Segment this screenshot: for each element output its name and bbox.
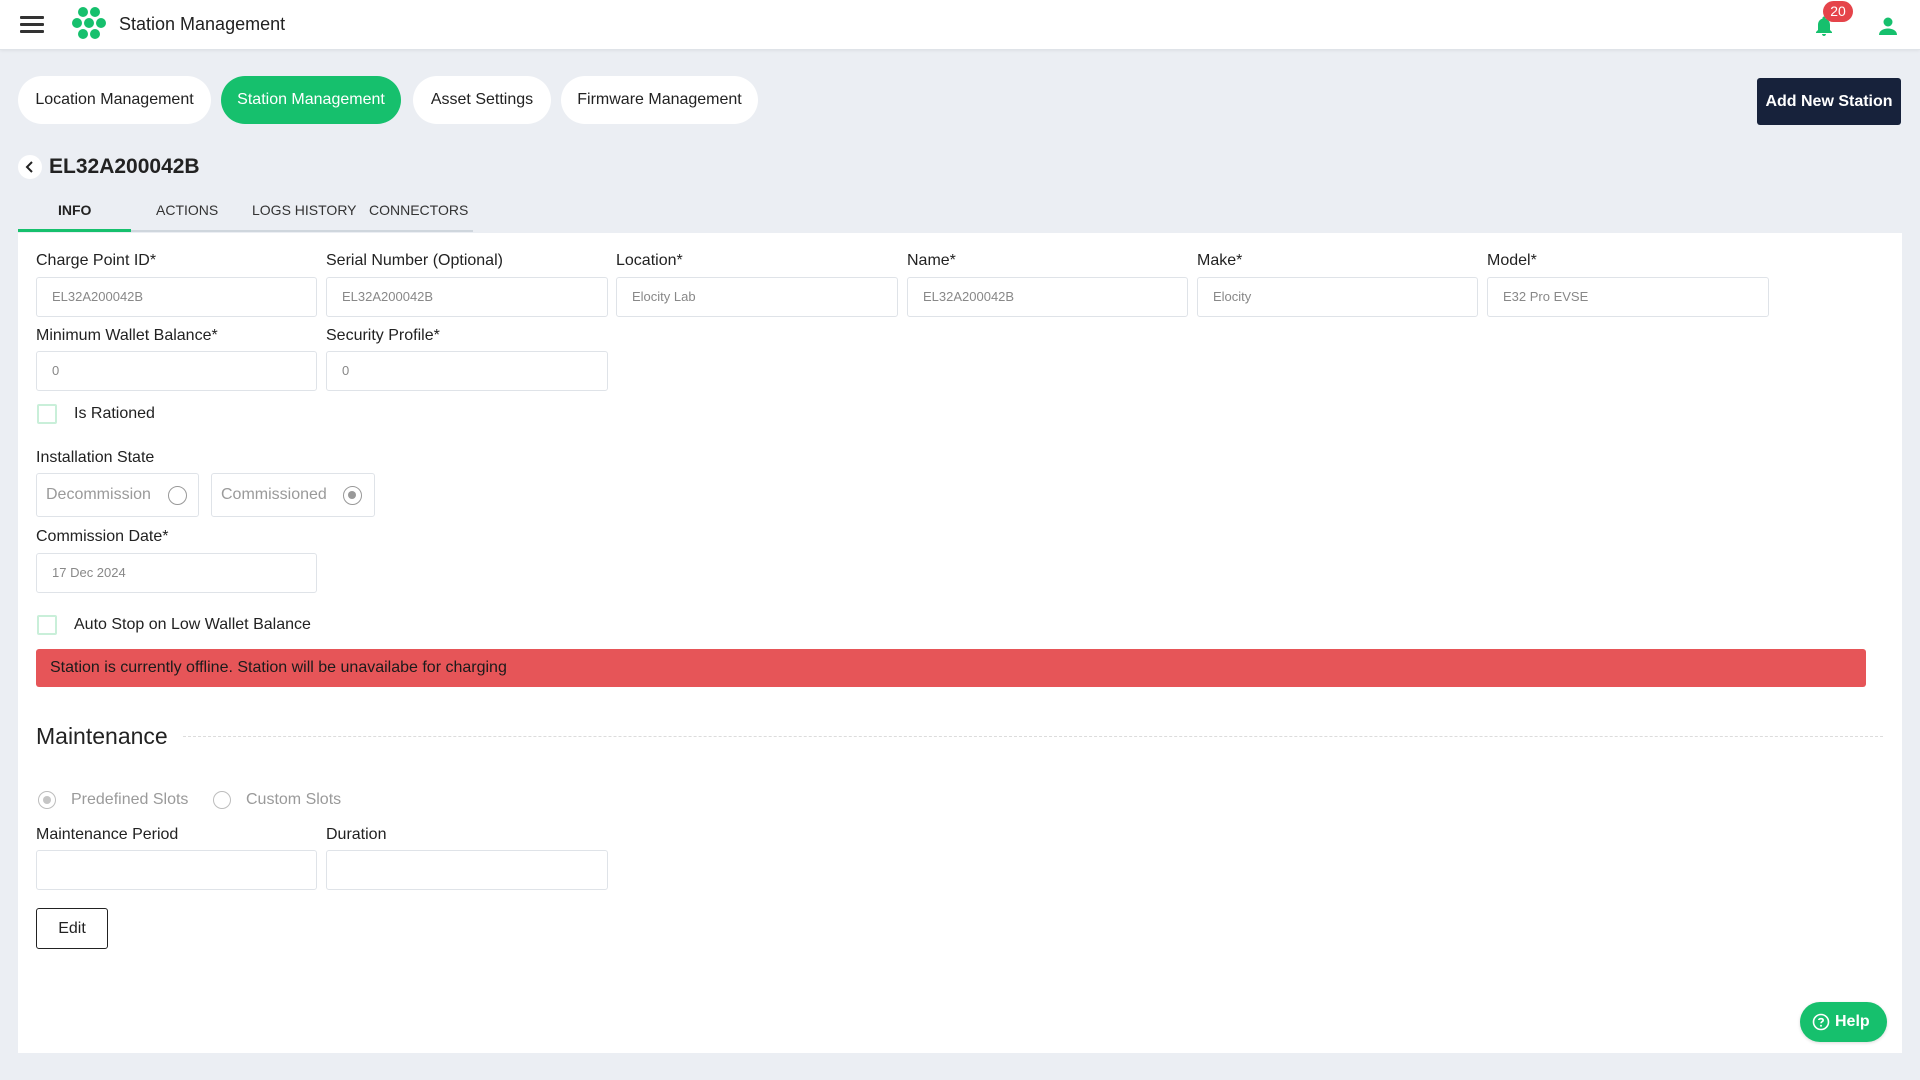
app-title: Station Management <box>119 14 286 34</box>
security-profile-input[interactable]: 0 <box>326 351 608 391</box>
min-wallet-balance-input[interactable]: 0 <box>36 351 317 391</box>
decommission-radio[interactable] <box>168 486 187 505</box>
subtab-info[interactable]: INFO <box>58 202 91 218</box>
name-label: Name* <box>907 252 956 269</box>
commission-date-input[interactable]: 17 Dec 2024 <box>36 553 317 593</box>
min-wallet-balance-label: Minimum Wallet Balance* <box>36 327 218 344</box>
commissioned-radio[interactable] <box>343 486 362 505</box>
location-label: Location* <box>616 252 683 269</box>
installation-state-label: Installation State <box>36 449 155 466</box>
security-profile-label: Security Profile* <box>326 327 440 344</box>
charge-point-id-input[interactable]: EL32A200042B <box>36 277 317 317</box>
duration-label: Duration <box>326 826 387 843</box>
maintenance-period-label: Maintenance Period <box>36 826 179 843</box>
tab-station-management[interactable]: Station Management <box>221 76 401 124</box>
help-button[interactable]: Help <box>1800 1002 1887 1042</box>
decommission-option-label: Decommission <box>46 486 151 503</box>
station-subtabs: INFO ACTIONS LOGS HISTORY CONNECTORS <box>18 192 473 232</box>
notification-count-badge: 20 <box>1823 1 1853 22</box>
add-new-station-button[interactable]: Add New Station <box>1757 78 1901 125</box>
is-rationed-checkbox[interactable] <box>37 404 57 424</box>
charge-point-id-label: Charge Point ID* <box>36 252 157 269</box>
tab-location-management[interactable]: Location Management <box>18 76 211 124</box>
maintenance-period-input[interactable] <box>36 850 317 890</box>
auto-stop-label: Auto Stop on Low Wallet Balance <box>74 616 311 633</box>
back-button[interactable] <box>18 155 42 179</box>
location-input[interactable]: Elocity Lab <box>616 277 898 317</box>
edit-button[interactable]: Edit <box>36 908 108 949</box>
help-button-label: Help <box>1835 1013 1870 1030</box>
offline-alert-banner: Station is currently offline. Station wi… <box>36 649 1866 687</box>
custom-slots-label: Custom Slots <box>246 791 342 808</box>
model-input[interactable]: E32 Pro EVSE <box>1487 277 1769 317</box>
active-subtab-indicator <box>18 229 131 232</box>
hamburger-menu-icon[interactable] <box>20 14 44 34</box>
duration-input[interactable] <box>326 850 608 890</box>
subtab-actions[interactable]: ACTIONS <box>156 202 218 218</box>
page-title: EL32A200042B <box>49 155 200 178</box>
decommission-option[interactable]: Decommission <box>36 473 199 517</box>
app-logo-icon <box>72 7 106 39</box>
commissioned-option-label: Commissioned <box>221 486 327 503</box>
is-rationed-label: Is Rationed <box>74 405 155 422</box>
maintenance-section-title: Maintenance <box>36 723 168 749</box>
name-input[interactable]: EL32A200042B <box>907 277 1188 317</box>
tab-firmware-management[interactable]: Firmware Management <box>561 76 758 124</box>
predefined-slots-label: Predefined Slots <box>71 791 189 808</box>
subtab-connectors[interactable]: CONNECTORS <box>369 202 468 218</box>
auto-stop-checkbox[interactable] <box>37 615 57 635</box>
chevron-left-icon <box>25 161 33 173</box>
section-divider <box>183 736 1883 737</box>
model-label: Model* <box>1487 252 1537 269</box>
serial-number-label: Serial Number (Optional) <box>326 252 503 269</box>
tab-asset-settings[interactable]: Asset Settings <box>413 76 551 124</box>
top-bar: Station Management 20 <box>0 0 1920 50</box>
predefined-slots-radio[interactable] <box>38 791 56 809</box>
subtab-logs-history[interactable]: LOGS HISTORY <box>252 202 357 218</box>
make-label: Make* <box>1197 252 1243 269</box>
commissioned-option[interactable]: Commissioned <box>211 473 375 517</box>
serial-number-input[interactable]: EL32A200042B <box>326 277 608 317</box>
help-circle-icon <box>1812 1013 1830 1031</box>
commission-date-label: Commission Date* <box>36 528 169 545</box>
user-profile-icon[interactable] <box>1876 14 1900 38</box>
make-input[interactable]: Elocity <box>1197 277 1478 317</box>
custom-slots-radio[interactable] <box>213 791 231 809</box>
